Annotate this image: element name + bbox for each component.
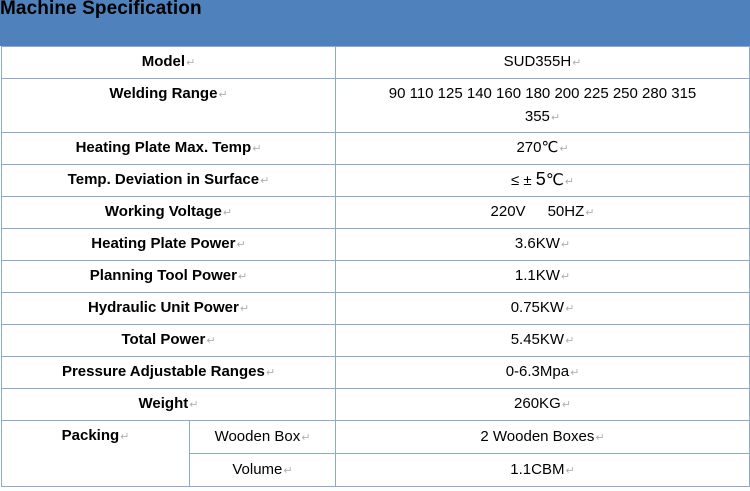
spec-label: Pressure Adjustable Ranges↵ [1,356,336,389]
spec-sublabel: Volume↵ [189,453,336,487]
spec-row-welding-range: Welding Range↵ 90 110 125 140 160 180 20… [1,78,750,133]
spec-row-heating-temp: Heating Plate Max. Temp↵ 270℃↵ [1,132,750,165]
spec-label: Planning Tool Power↵ [1,260,336,293]
spec-row-hydraulic-power: Hydraulic Unit Power↵ 0.75KW↵ [1,292,750,325]
spec-value: SUD355H↵ [335,46,750,79]
spec-row-heating-power: Heating Plate Power↵ 3.6KW↵ [1,228,750,261]
spec-row-weight: Weight↵ 260KG↵ [1,388,750,421]
spec-row-model: Model↵ SUD355H↵ [1,46,750,79]
spec-value: 260KG↵ [335,388,750,421]
spec-value: 1.1CBM↵ [335,453,750,487]
spec-label: Temp. Deviation in Surface↵ [1,164,336,197]
spec-value: 220V 50HZ↵ [335,196,750,229]
spec-row-total-power: Total Power↵ 5.45KW↵ [1,324,750,357]
spec-label: Total Power↵ [1,324,336,357]
spec-value: 5.45KW↵ [335,324,750,357]
spec-row-planning-power: Planning Tool Power↵ 1.1KW↵ [1,260,750,293]
spec-row-temp-deviation: Temp. Deviation in Surface↵ ≤ ± 5℃↵ [1,164,750,197]
spec-value: 0.75KW↵ [335,292,750,325]
spec-value: 1.1KW↵ [335,260,750,293]
spec-label: Heating Plate Max. Temp↵ [1,132,336,165]
spec-label: Hydraulic Unit Power↵ [1,292,336,325]
spec-value: 3.6KW↵ [335,228,750,261]
spec-label: Heating Plate Power↵ [1,228,336,261]
spec-value: ≤ ± 5℃↵ [335,164,750,197]
spec-value: 270℃↵ [335,132,750,165]
spec-label: Weight↵ [1,388,336,421]
spec-table: Model↵ SUD355H↵ Welding Range↵ 90 110 12… [1,46,750,487]
section-title: Machine Specification [0,0,202,19]
spec-row-packing-box: Packing↵ Wooden Box↵ 2 Wooden Boxes↵ [1,420,750,487]
spec-sublabel: Wooden Box↵ [189,420,336,454]
section-header: Machine Specification [0,0,750,46]
spec-label: Model↵ [1,46,336,79]
spec-label-packing: Packing↵ [1,420,190,487]
spec-row-pressure: Pressure Adjustable Ranges↵ 0-6.3Mpa↵ [1,356,750,389]
spec-value: 2 Wooden Boxes↵ [335,420,750,454]
spec-label: Working Voltage↵ [1,196,336,229]
spec-value: 90 110 125 140 160 180 200 225 250 280 3… [335,78,750,133]
spec-label: Welding Range↵ [1,78,336,133]
spec-value: 0-6.3Mpa↵ [335,356,750,389]
spec-row-working-voltage: Working Voltage↵ 220V 50HZ↵ [1,196,750,229]
